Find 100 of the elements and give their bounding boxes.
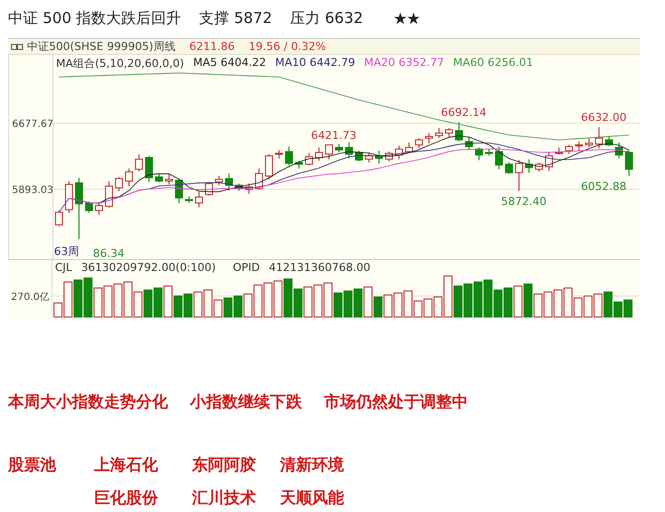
candlestick: [145, 155, 153, 182]
candlestick: [195, 192, 203, 208]
ma-legend-item: MA60 6256.01: [453, 56, 534, 71]
price-annotation: 6052.88: [581, 180, 626, 193]
price-annotation: 6632.00: [581, 111, 626, 124]
candlestick: [305, 152, 313, 166]
price-annotation: 86.34: [93, 247, 124, 259]
candlestick: [505, 162, 513, 174]
candlestick: [255, 168, 263, 190]
link-icon: [11, 42, 23, 50]
candlestick: [75, 177, 83, 240]
index-name: 中证500(SHSE 999905)周线: [27, 39, 176, 54]
candlestick: [185, 196, 193, 204]
candlestick: [465, 136, 473, 150]
volume-value: 36130209792.00(0:100): [81, 261, 216, 274]
title-text: 压力 6632: [290, 8, 364, 28]
axis-label: 5893.03: [12, 185, 54, 196]
candlestick: [495, 146, 503, 170]
candlestick: [375, 150, 383, 164]
candlestick: [115, 176, 123, 192]
headline-text: 本周大小指数走势分化: [8, 392, 168, 413]
candlestick: [455, 122, 463, 142]
volume-bar: [84, 278, 92, 318]
candlestick: [585, 138, 593, 148]
volume-bar: [354, 288, 362, 318]
candlestick: [525, 158, 533, 174]
candlestick: [445, 128, 453, 138]
candlestick: [535, 162, 543, 172]
stock-name: 汇川技术: [192, 488, 257, 509]
candlestick: [575, 141, 583, 152]
axis-label: 270.0亿: [11, 292, 50, 303]
volume-bar: [224, 298, 232, 318]
candlestick: [325, 144, 333, 160]
volume-bar: [74, 280, 82, 318]
ma-legend-item: MA10 6442.79: [275, 56, 356, 71]
volume-bar: [624, 300, 632, 318]
candlestick: [565, 144, 573, 155]
candlestick: [155, 173, 163, 183]
volume-bar: [334, 292, 342, 318]
ma-legend-item: MA20 6352.77: [364, 56, 444, 71]
candlestick: [545, 152, 553, 172]
candlestick: [95, 202, 103, 216]
stock-name: 天顺风能: [280, 488, 345, 509]
candlestick: [625, 150, 633, 176]
price-annotation: 5872.40: [501, 195, 546, 208]
candlestick: [315, 146, 323, 162]
candlestick: [295, 160, 303, 170]
candlestick: [595, 126, 603, 149]
candlestick: [125, 168, 133, 187]
candlestick: [395, 145, 403, 160]
candlestick: [235, 183, 243, 192]
volume-bar: [154, 288, 162, 318]
candlestick: [405, 142, 413, 154]
price-annotation: 6421.73: [311, 128, 356, 142]
volume-bar: [494, 290, 502, 318]
volume-bar: [504, 288, 512, 318]
volume-value: 412131360768.00: [268, 261, 370, 274]
volume-bar: [344, 290, 352, 318]
volume-bar: [464, 284, 472, 318]
candlestick: [335, 144, 343, 153]
candlestick: [435, 128, 443, 138]
candlestick: [425, 132, 433, 144]
candlestick: [515, 160, 523, 192]
volume-bar: [234, 296, 242, 318]
stock-name: 清新环境: [280, 455, 345, 476]
candlestick: [175, 178, 183, 204]
candlestick: [385, 151, 393, 162]
candlestick: [265, 154, 273, 180]
candlestick: [55, 210, 63, 227]
stock-name: 巨化股份: [94, 488, 159, 509]
headline-text: 小指数继续下跌: [190, 392, 302, 413]
volume-bar: [294, 288, 302, 318]
candlestick: [275, 149, 283, 160]
headline-text: 市场仍然处于调整中: [324, 392, 468, 413]
volume-label: OPID: [232, 261, 260, 274]
candlestick: [605, 136, 613, 147]
stock-name: 东阿阿胶: [192, 455, 257, 476]
price-value: 6211.86: [189, 40, 235, 53]
candlestick: [65, 180, 73, 214]
ma-legend-item: MA5 6404.22: [193, 56, 266, 71]
stock-name: 上海石化: [94, 455, 159, 476]
candlestick: [475, 146, 483, 161]
candlestick: [105, 180, 113, 208]
volume-bar: [474, 282, 482, 318]
axis-label: 6677.67: [12, 119, 54, 130]
volume-bar: [144, 290, 152, 318]
candlestick: [165, 174, 173, 185]
price-annotation: 6692.14: [441, 106, 486, 119]
candlestick: [555, 146, 563, 156]
volume-bar: [484, 280, 492, 318]
rating-stars: ★★: [393, 8, 420, 28]
volume-label: CJL: [55, 261, 72, 274]
candlestick: [215, 176, 223, 186]
title-text: 支撑 5872: [199, 8, 272, 28]
volume-bar: [454, 286, 462, 318]
volume-bar: [184, 294, 192, 318]
candlestick: [415, 138, 423, 149]
candlestick: [285, 146, 293, 166]
change-value: 19.56 / 0.32%: [248, 40, 326, 53]
period-label: 63周: [54, 245, 79, 258]
